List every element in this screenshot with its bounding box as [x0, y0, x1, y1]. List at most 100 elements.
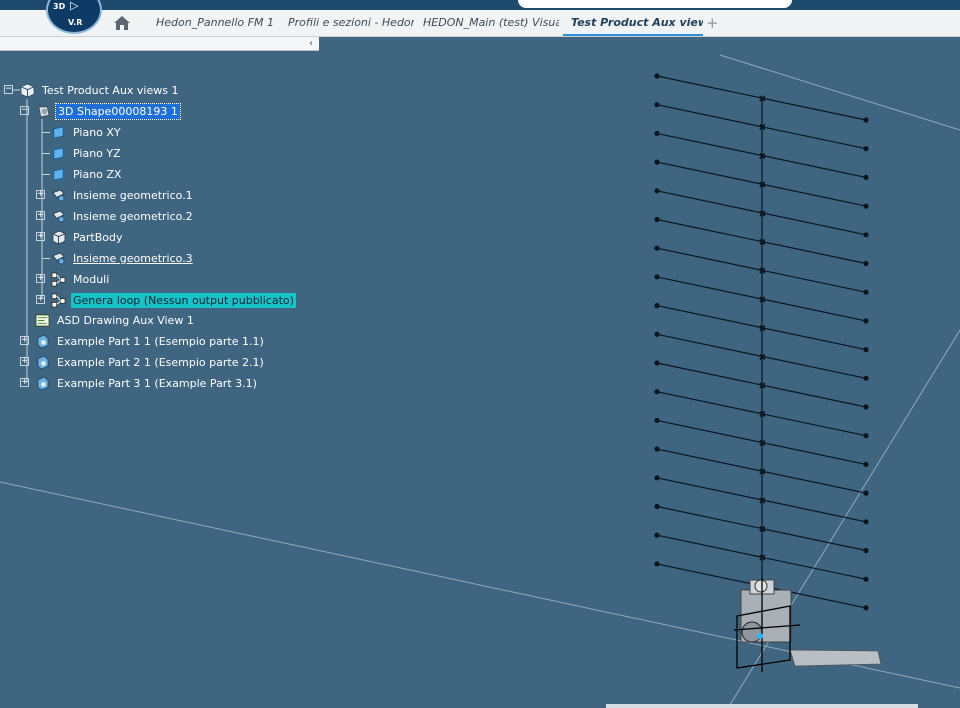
- tree-item[interactable]: Insieme geometrico.2: [51, 207, 195, 225]
- tree-item-label: Piano YZ: [73, 146, 121, 160]
- wire-endpoint: [863, 232, 869, 238]
- plane-icon: [53, 146, 64, 160]
- tree-item[interactable]: Insieme geometrico.1: [51, 186, 195, 204]
- wire-cross-mark: ×: [759, 438, 766, 447]
- wire-cross-mark: ×: [759, 467, 766, 476]
- wire-cross-mark: ×: [759, 324, 766, 333]
- wire-endpoint: [654, 360, 660, 366]
- horizontal-scrollbar[interactable]: [606, 704, 918, 708]
- wire-cross-mark: ×: [759, 151, 766, 160]
- wire-endpoint: [863, 289, 869, 295]
- wire-endpoint: [654, 532, 660, 538]
- wire-endpoint: [863, 490, 869, 496]
- wire-endpoint: [654, 303, 660, 309]
- geometrical-set-icon: [52, 209, 65, 223]
- wire-endpoint: [654, 102, 660, 108]
- tree-item[interactable]: ASD Drawing Aux View 1: [35, 311, 196, 329]
- tree-item[interactable]: Example Part 3 1 (Example Part 3.1): [35, 374, 259, 392]
- tree-item-label: Insieme geometrico.2: [73, 209, 193, 223]
- part-icon: [37, 354, 49, 370]
- wire-endpoint: [863, 318, 869, 324]
- wire-endpoint: [863, 433, 869, 439]
- wire-endpoint: [863, 404, 869, 410]
- expand-toggle[interactable]: +: [36, 190, 45, 199]
- tree-connector: [42, 132, 50, 133]
- wire-endpoint: [654, 245, 660, 251]
- tree-item-label: Insieme geometrico.3: [73, 251, 193, 265]
- wire-cross-mark: ×: [759, 352, 766, 361]
- part-icon: [37, 333, 49, 349]
- geometrical-set-icon: [52, 251, 65, 265]
- wire-cross-mark: ×: [759, 553, 766, 562]
- expand-toggle[interactable]: +: [36, 232, 45, 241]
- wire-endpoint: [654, 417, 660, 423]
- part-icon: [37, 375, 49, 391]
- wire-endpoint: [863, 117, 869, 123]
- shape-icon: [38, 105, 50, 118]
- wire-endpoint: [863, 203, 869, 209]
- tree-connector: [42, 174, 50, 175]
- tree-item[interactable]: Moduli: [51, 270, 111, 288]
- expand-toggle[interactable]: +: [20, 378, 29, 387]
- wire-cross-mark: ×: [759, 381, 766, 390]
- expand-toggle[interactable]: +: [36, 274, 45, 283]
- expand-toggle[interactable]: +: [36, 295, 45, 304]
- plane-icon: [53, 167, 64, 181]
- wire-endpoint: [654, 389, 660, 395]
- wire-endpoint: [654, 503, 660, 510]
- wire-endpoint: [654, 475, 660, 481]
- tree-item[interactable]: Example Part 1 1 (Esempio parte 1.1): [35, 332, 266, 350]
- wire-cross-mark: ×: [759, 94, 766, 103]
- wire-cross-mark: ×: [759, 180, 766, 189]
- tree-root[interactable]: Test Product Aux views 1: [20, 81, 180, 99]
- tree-item-label: Example Part 3 1 (Example Part 3.1): [57, 376, 257, 390]
- wire-cross-mark: ×: [759, 525, 766, 534]
- wire-cross-mark: ×: [759, 410, 766, 419]
- wire-endpoint: [863, 576, 869, 582]
- wire-endpoint: [863, 260, 869, 267]
- wire-endpoint: [654, 446, 660, 452]
- tree-item[interactable]: Piano YZ: [51, 144, 123, 162]
- tree-shape-node[interactable]: 3D Shape00008193 1: [36, 102, 181, 120]
- tree-item-label: Piano ZX: [73, 167, 122, 181]
- expand-toggle[interactable]: +: [36, 211, 45, 220]
- wire-cross-mark: ×: [759, 266, 766, 275]
- tree-item-label: Moduli: [73, 272, 110, 286]
- product-icon: [20, 82, 35, 98]
- wire-cross-mark: ×: [759, 496, 766, 505]
- tree-item-label: PartBody: [73, 230, 123, 244]
- tree-item-label: Piano XY: [73, 125, 121, 139]
- modules-icon: [51, 292, 66, 308]
- wire-cross-mark: ×: [759, 123, 766, 132]
- tree-item-label: Example Part 2 1 (Esempio parte 2.1): [57, 355, 264, 369]
- wire-endpoint: [654, 73, 660, 79]
- expand-toggle[interactable]: +: [20, 336, 29, 345]
- wire-endpoint: [654, 331, 660, 337]
- tree-item-label: Insieme geometrico.1: [73, 188, 193, 202]
- tree-item[interactable]: Piano ZX: [51, 165, 123, 183]
- tree-item[interactable]: Piano XY: [51, 123, 123, 141]
- wire-endpoint: [863, 519, 869, 525]
- wire-cross-mark: ×: [759, 295, 766, 304]
- wire-cross-mark: ×: [759, 209, 766, 218]
- tree-item[interactable]: Genera loop (Nessun output pubblicato): [51, 291, 296, 309]
- expand-toggle[interactable]: +: [20, 357, 29, 366]
- tree-item[interactable]: Example Part 2 1 (Esempio parte 2.1): [35, 353, 266, 371]
- tree-item-label: Genera loop (Nessun output pubblicato): [71, 292, 296, 308]
- tree-item-label: ASD Drawing Aux View 1: [57, 313, 194, 327]
- drawing-icon: [35, 313, 50, 327]
- plane-icon: [53, 125, 64, 139]
- axis-line: [719, 54, 960, 131]
- tree-item-label: Example Part 1 1 (Esempio parte 1.1): [57, 334, 264, 348]
- tree-item[interactable]: PartBody: [51, 228, 124, 246]
- wire-endpoint: [863, 605, 869, 611]
- tree-item[interactable]: Insieme geometrico.3: [51, 249, 195, 267]
- collapse-toggle[interactable]: −: [20, 106, 29, 115]
- wire-endpoint: [654, 561, 660, 567]
- partbody-icon: [52, 229, 66, 245]
- modules-icon: [51, 271, 66, 287]
- wire-endpoint: [863, 547, 869, 554]
- tree-connector: [42, 153, 50, 154]
- part-model[interactable]: [733, 578, 882, 672]
- wire-endpoint: [863, 174, 869, 180]
